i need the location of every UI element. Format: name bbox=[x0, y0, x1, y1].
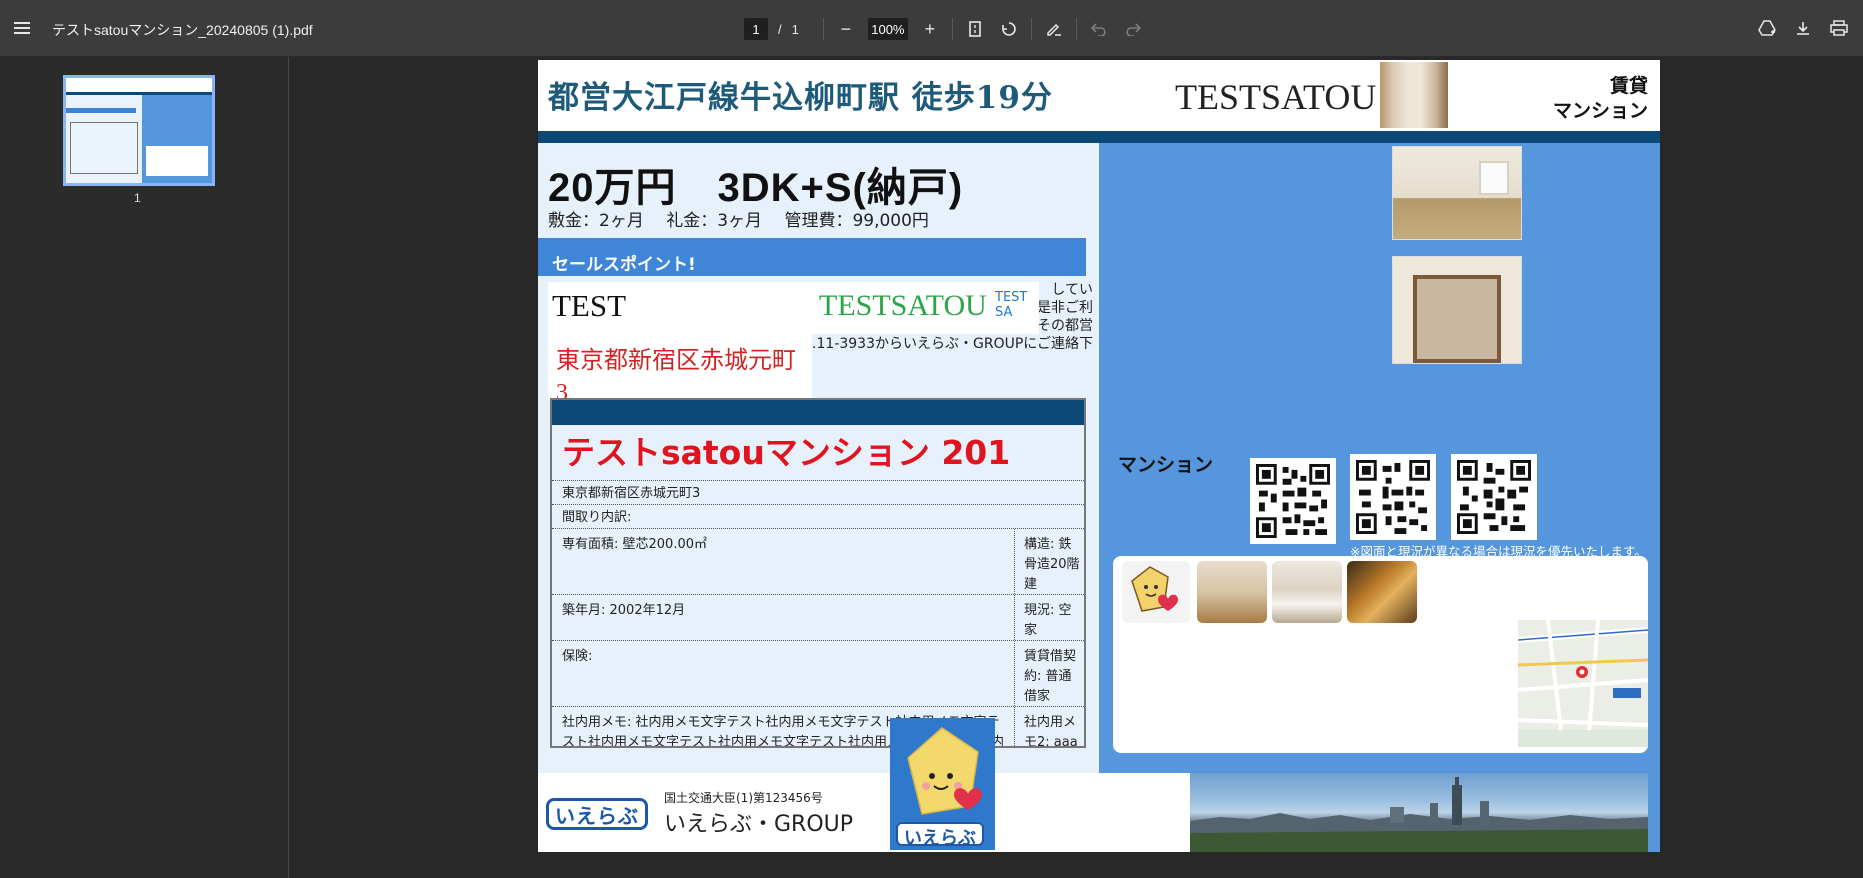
redo-icon[interactable] bbox=[1121, 17, 1145, 41]
interior-photo-2 bbox=[1272, 561, 1342, 623]
status-cell: 現況: 空家 bbox=[1024, 603, 1072, 638]
divider bbox=[822, 18, 824, 40]
room-photo-2 bbox=[1392, 256, 1522, 364]
zoom-in-button[interactable]: + bbox=[918, 17, 942, 41]
company-logo: いえらぶ bbox=[546, 798, 648, 830]
page-number-input[interactable]: 1 bbox=[744, 18, 768, 40]
zoom-out-button[interactable]: − bbox=[834, 17, 858, 41]
city-skyline-photo bbox=[1190, 773, 1648, 852]
table-row: 築年月: 2002年12月 現況: 空家 bbox=[552, 594, 1084, 640]
page-thumbnail[interactable] bbox=[63, 75, 215, 186]
rotate-icon[interactable] bbox=[997, 17, 1021, 41]
toolbar-center-controls: 1 / 1 − 100% + bbox=[744, 16, 1145, 42]
page-separator: / bbox=[778, 21, 782, 37]
overlay-brand-green: TESTSATOU bbox=[819, 289, 987, 322]
table-row: 専有面積: 壁芯200.00㎡ 構造: 鉄骨造20階建 bbox=[552, 528, 1084, 594]
qr-code bbox=[1250, 458, 1336, 544]
fit-page-icon[interactable] bbox=[963, 17, 987, 41]
interior-photo-3 bbox=[1347, 561, 1417, 623]
table-row: 東京都新宿区赤城元町3 bbox=[552, 480, 1084, 504]
overlay-test-text: TEST bbox=[552, 288, 627, 323]
company-name: いえらぶ・GROUP bbox=[664, 812, 854, 837]
pdf-toolbar: テストsatouマンション_20240805 (1).pdf 1 / 1 − 1… bbox=[0, 0, 1863, 57]
toolbar-right-controls bbox=[1755, 16, 1851, 40]
annotate-icon[interactable] bbox=[1042, 17, 1066, 41]
property-type: 賃貸 マンション bbox=[1553, 74, 1648, 124]
drive-icon[interactable] bbox=[1755, 16, 1779, 40]
header-photo bbox=[1380, 62, 1448, 128]
mansion-label: マンション bbox=[1118, 454, 1214, 476]
download-icon[interactable] bbox=[1791, 16, 1815, 40]
property-type-line1: 賃貸 bbox=[1609, 75, 1648, 97]
footer-accent-bar bbox=[1648, 773, 1660, 852]
room-photo-1 bbox=[1392, 146, 1522, 240]
interior-photo-1 bbox=[1197, 561, 1267, 623]
qr-code bbox=[1451, 454, 1537, 540]
qr-code bbox=[1350, 454, 1436, 540]
page-total: 1 bbox=[791, 21, 799, 37]
zoom-input[interactable]: 100% bbox=[867, 18, 908, 40]
table-row: 間取り内訳: bbox=[552, 504, 1084, 528]
built-cell: 築年月: 2002年12月 bbox=[562, 603, 686, 618]
table-header-bar bbox=[552, 400, 1084, 425]
structure-cell: 構造: 鉄骨造20階建 bbox=[1024, 537, 1080, 592]
pdf-page: 都営大江戸線牛込柳町駅 徒歩19分 TESTSATOU 賃貸 マンション 20万… bbox=[538, 60, 1660, 852]
station-title: 都営大江戸線牛込柳町駅 徒歩19分 bbox=[548, 80, 1053, 116]
license-number: 国土交通大臣(1)第123456号 bbox=[664, 791, 823, 805]
area-cell: 専有面積: 壁芯200.00㎡ bbox=[562, 537, 707, 552]
price-layout: 20万円 3DK+S(納戸) bbox=[548, 166, 964, 210]
divider bbox=[951, 18, 953, 40]
table-row: 保険: 賃貸借契約: 普通借家 bbox=[552, 640, 1084, 706]
property-name: テストsatouマンション 201 bbox=[562, 433, 1011, 472]
mascot-image bbox=[1122, 561, 1190, 623]
room-breakdown-cell: 間取り内訳: bbox=[562, 510, 632, 525]
menu-icon[interactable] bbox=[12, 18, 32, 38]
divider bbox=[1030, 18, 1032, 40]
location-map bbox=[1518, 620, 1648, 747]
divider bbox=[1075, 18, 1077, 40]
property-type-line2: マンション bbox=[1552, 100, 1648, 122]
fees: 敷金：2ヶ月 礼金：3ヶ月 管理費：99,000円 bbox=[548, 211, 929, 231]
thumbnail-label: 1 bbox=[134, 191, 141, 205]
mascot-logo: いえらぶ bbox=[896, 822, 984, 849]
insurance-cell: 保険: bbox=[562, 649, 593, 664]
header-bar bbox=[538, 131, 1660, 143]
undo-icon[interactable] bbox=[1087, 17, 1111, 41]
document-title: テストsatouマンション_20240805 (1).pdf bbox=[52, 22, 313, 38]
table-row: 社内用メモ: 社内用メモ文字テスト社内用メモ文字テスト社内用メモ文字テスト社内用… bbox=[552, 706, 1084, 746]
property-table: テストsatouマンション 201 東京都新宿区赤城元町3 間取り内訳: 専有面… bbox=[550, 398, 1086, 748]
print-icon[interactable] bbox=[1827, 16, 1851, 40]
contract-cell: 賃貸借契約: 普通借家 bbox=[1024, 649, 1077, 704]
memo2-cell: 社内用メモ2: aaaaaaa bbox=[1024, 715, 1078, 746]
overlay-small-blue: TEST SA bbox=[995, 290, 1028, 320]
address-cell: 東京都新宿区赤城元町3 bbox=[562, 486, 701, 501]
header-brand: TESTSATOU bbox=[1175, 77, 1377, 117]
sales-label: セールスポイント! bbox=[552, 255, 696, 275]
